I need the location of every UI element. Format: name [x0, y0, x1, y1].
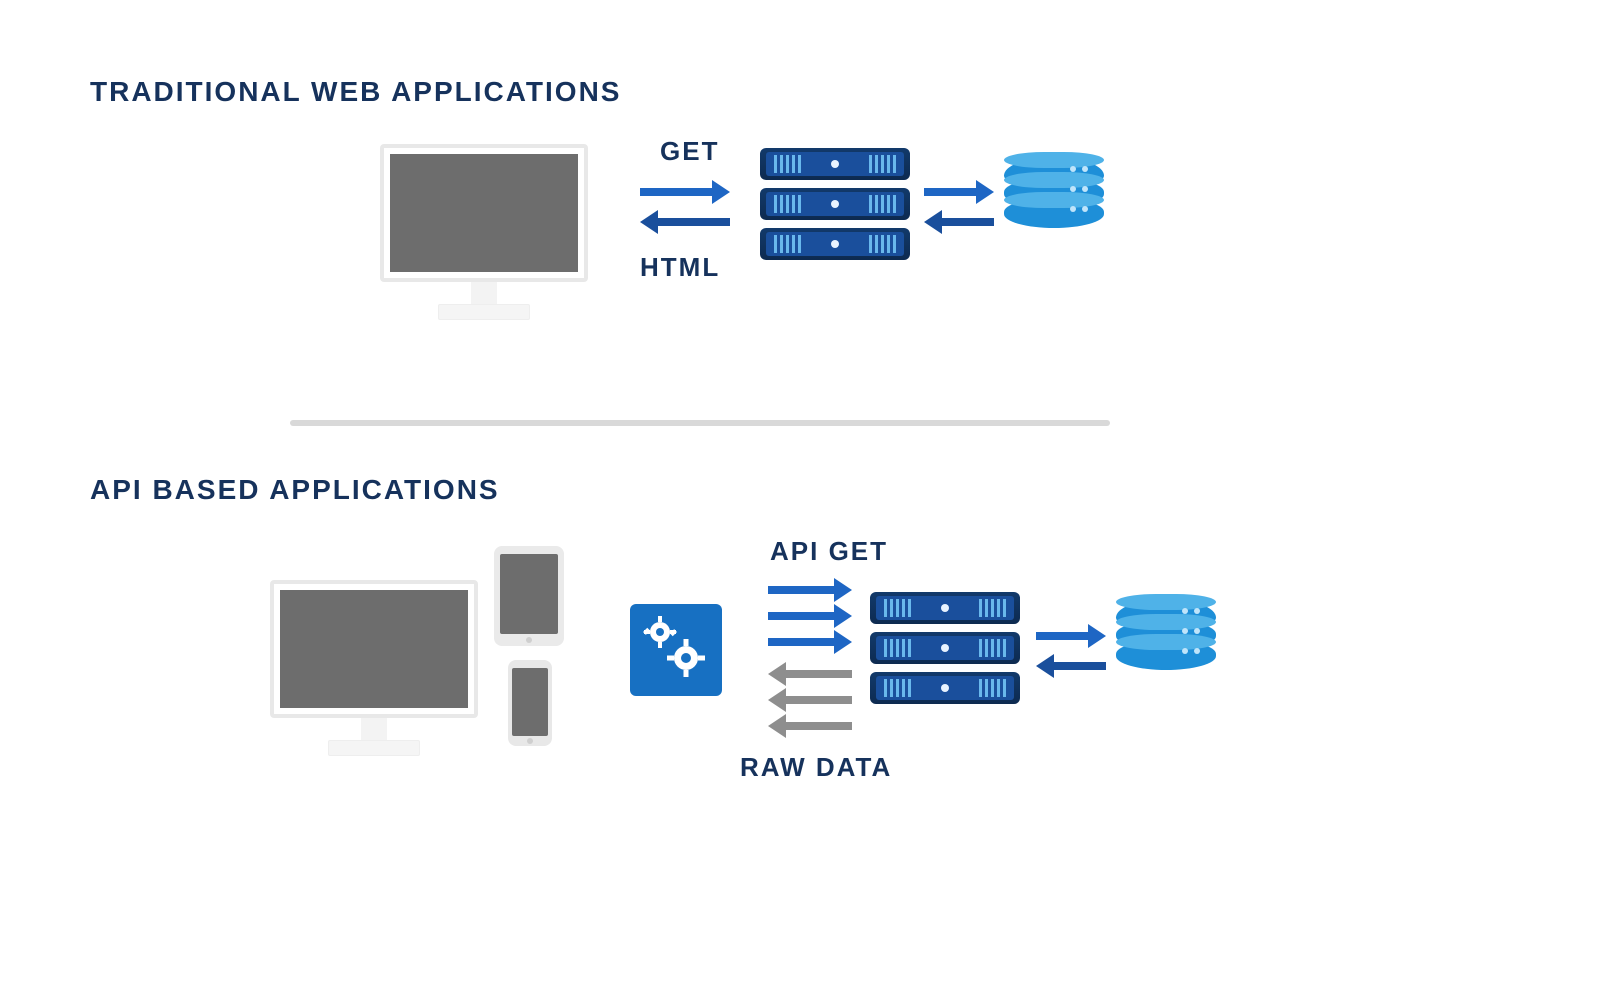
database-icon [1004, 158, 1104, 228]
response-label-api: RAW DATA [740, 752, 892, 783]
arrow-api-request-icon [768, 634, 852, 650]
request-label-api: API GET [770, 536, 888, 567]
monitor-icon [270, 580, 478, 756]
arrow-api-response-icon [768, 718, 852, 734]
response-label-traditional: HTML [640, 252, 720, 283]
arrow-from-db-icon [924, 214, 994, 230]
server-stack-icon [760, 148, 910, 268]
database-icon [1116, 600, 1216, 670]
arrow-request-icon [640, 184, 730, 200]
request-label-traditional: GET [660, 136, 719, 167]
tablet-icon [494, 546, 564, 646]
arrow-api-request-icon [768, 608, 852, 624]
arrow-api-response-icon [768, 666, 852, 682]
arrow-response-icon [640, 214, 730, 230]
arrow-to-db-icon [924, 184, 994, 200]
section-divider [290, 420, 1110, 426]
phone-icon [508, 660, 552, 746]
arrow-api-response-icon [768, 692, 852, 708]
server-stack-icon [870, 592, 1020, 712]
arrow-api-request-icon [768, 582, 852, 598]
monitor-icon [380, 144, 588, 320]
section-title-api: API BASED APPLICATIONS [90, 474, 500, 506]
arrow-to-db-icon [1036, 628, 1106, 644]
arrow-from-db-icon [1036, 658, 1106, 674]
gears-icon [630, 604, 722, 696]
section-title-traditional: TRADITIONAL WEB APPLICATIONS [90, 76, 621, 108]
